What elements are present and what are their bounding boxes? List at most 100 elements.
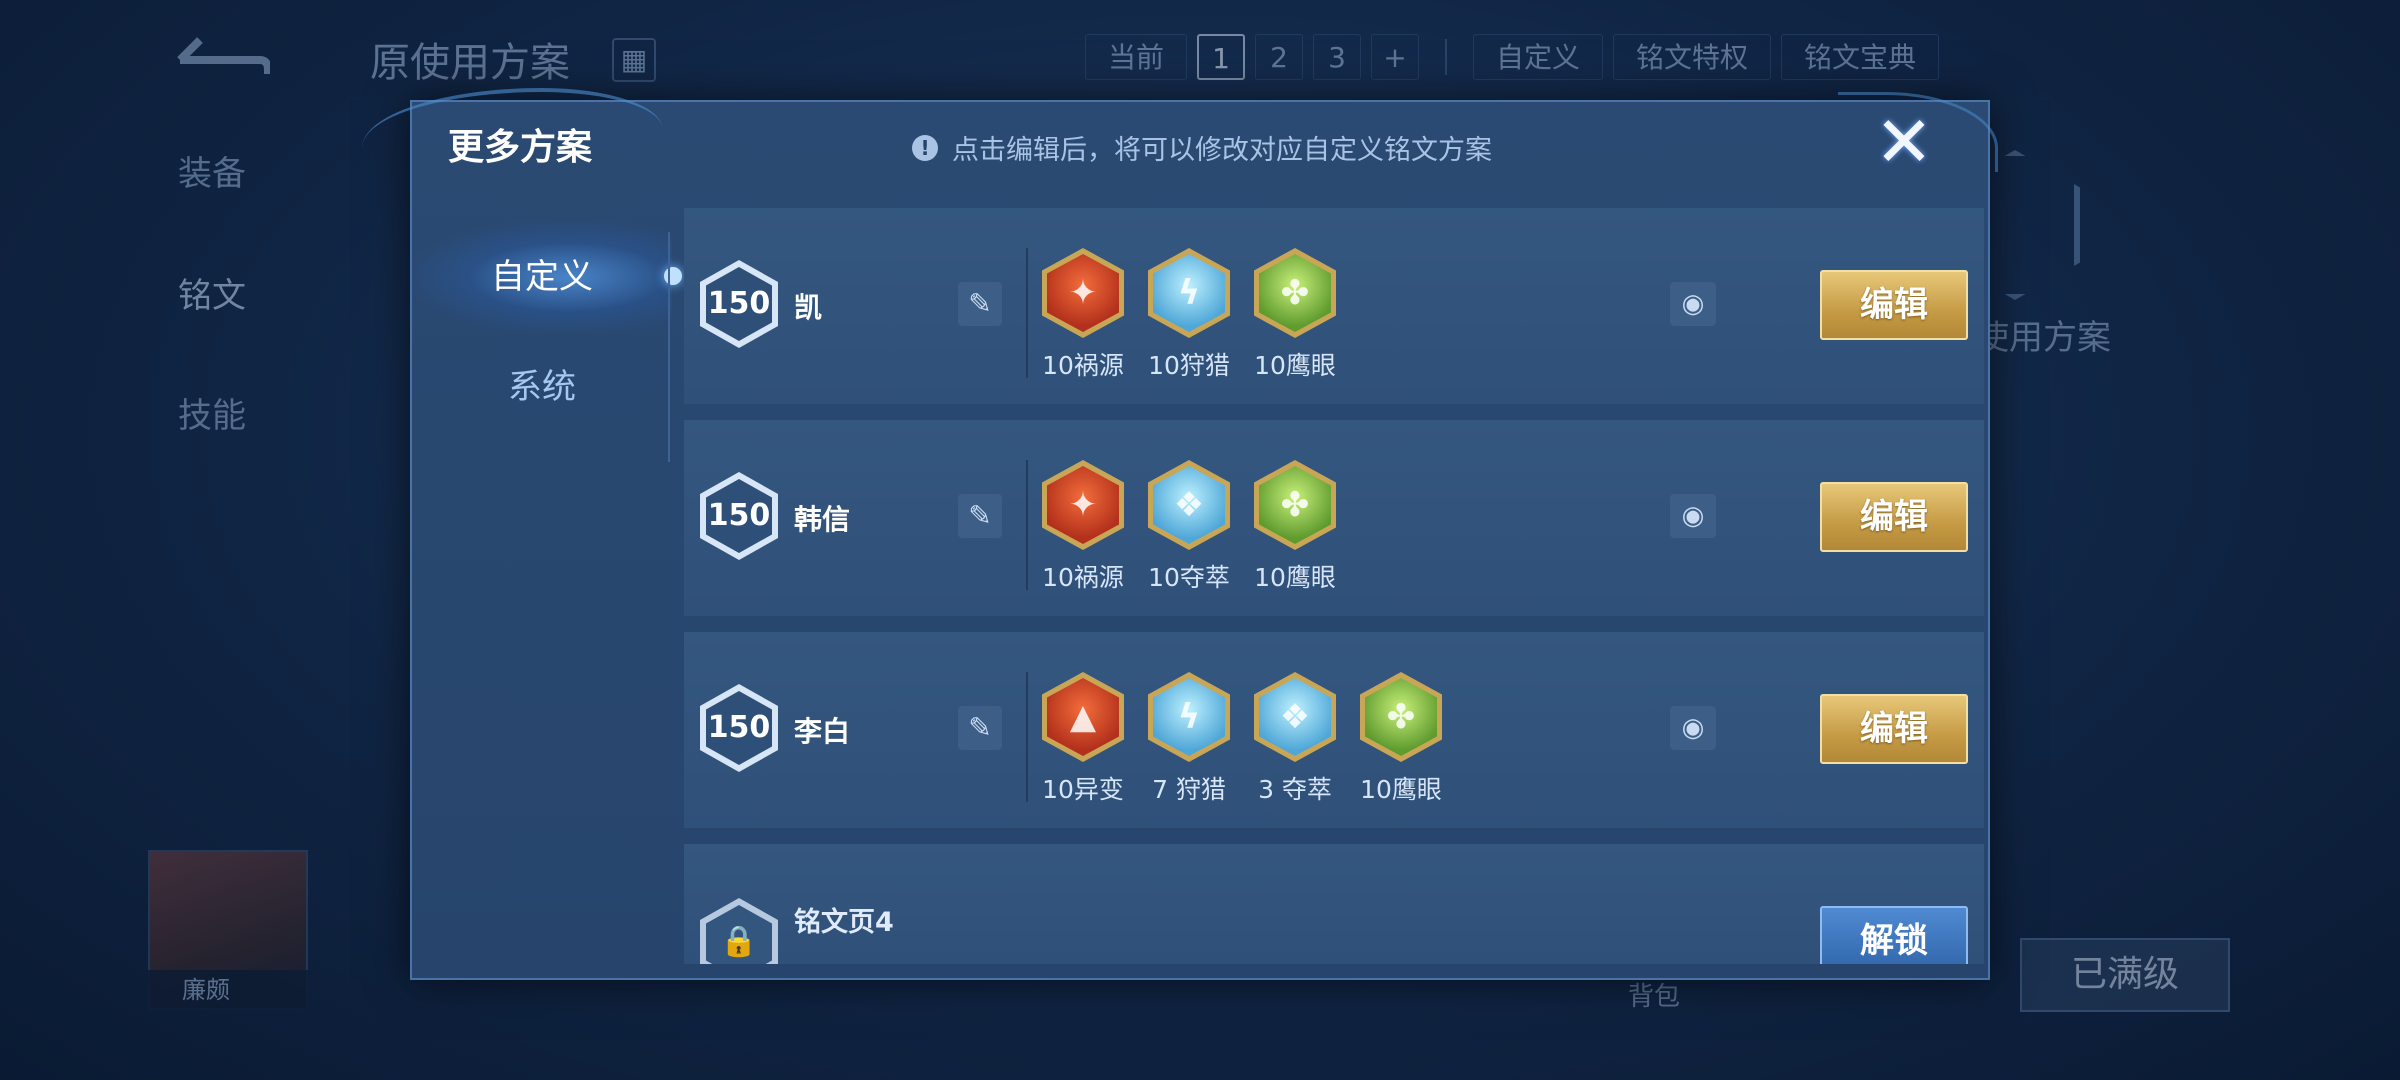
locked-scheme-name: 铭文页4 [794,907,894,938]
divider [668,232,670,462]
tab-current[interactable]: 当前 [1085,34,1188,80]
rune-label: 10祸源 [1042,563,1124,592]
edit-button[interactable]: 编辑 [1820,694,1968,764]
rune-red-icon: ✦ [1042,248,1124,338]
rune-glyph: ❖ [1173,485,1205,525]
sidebar-item-skills[interactable]: 技能 [178,388,246,437]
close-button[interactable]: ✕ [1874,107,1934,177]
rune-item[interactable]: ϟ 10狩猎 [1148,248,1230,382]
sidebar-item-equipment[interactable]: 装备 [178,146,246,195]
rune-green-icon: ✤ [1254,248,1336,338]
scheme-row: 150 韩信 ✎ ✦ 10祸源 ❖ 10夺萃 ✤ 10鹰眼 ◉ 编辑 [684,420,1984,616]
active-indicator-icon [664,267,682,285]
sidebar-item-inscription[interactable]: 铭文 [178,268,246,317]
more-schemes-dialog: 更多方案 ! 点击编辑后，将可以修改对应自定义铭文方案 ✕ 自定义 系统 150… [362,88,1998,980]
rune-blue-icon: ❖ [1254,672,1336,762]
rune-list: ▲ 10异变 ϟ 7 狩猎 ❖ 3 夺萃 ✤ 10鹰眼 [1042,672,1442,806]
rune-item[interactable]: ✤ 10鹰眼 [1360,672,1442,806]
preview-eye-icon[interactable]: ◉ [1670,494,1716,538]
scheme-type-tabs: 自定义 系统 [412,222,682,442]
rune-red-icon: ▲ [1042,672,1124,762]
rune-green-icon: ✤ [1254,460,1336,550]
rune-label: 10鹰眼 [1254,351,1336,380]
grid-icon[interactable]: ▦ [612,38,656,82]
rune-label: 10异变 [1042,775,1124,804]
tab-scheme-3[interactable]: 3 [1313,34,1362,80]
rune-item[interactable]: ▲ 10异变 [1042,672,1124,806]
rune-label: 10祸源 [1042,351,1124,380]
maxed-button[interactable]: 已满级 [2020,938,2230,1012]
back-icon[interactable] [170,30,270,80]
scheme-row: 150 凯 ✎ ✦ 10祸源 ϟ 10狩猎 ✤ 10鹰眼 ◉ 编辑 [684,208,1984,404]
rune-glyph: ✤ [1280,273,1310,313]
rune-label: 10鹰眼 [1360,775,1442,804]
rune-glyph: ϟ [1177,273,1201,313]
scheme-name: 凯 [794,291,823,324]
add-scheme-button[interactable]: + [1371,34,1420,80]
preview-eye-icon[interactable]: ◉ [1670,706,1716,750]
rune-glyph: ✤ [1386,697,1416,737]
privilege-button[interactable]: 铭文特权 [1613,34,1772,80]
page-title: 原使用方案 [370,40,570,86]
locked-scheme-row: 🔒 铭文页4 解锁 [684,844,1984,964]
rune-glyph: ▲ [1069,697,1097,737]
rune-item[interactable]: ✦ 10祸源 [1042,248,1124,382]
bag-label[interactable]: 背包 [1628,976,1680,1013]
scheme-level: 150 [707,498,771,533]
tab-scheme-2[interactable]: 2 [1255,34,1304,80]
tab-label: 系统 [508,367,576,407]
rune-glyph: ❖ [1279,697,1311,737]
rune-blue-icon: ϟ [1148,248,1230,338]
edit-button[interactable]: 编辑 [1820,482,1968,552]
scheme-label: 使用方案 [1975,318,2111,358]
rune-label: 10狩猎 [1148,351,1230,380]
rune-label: 7 狩猎 [1152,775,1226,804]
tip-text: 点击编辑后，将可以修改对应自定义铭文方案 [952,135,1492,166]
dialog-title: 更多方案 [448,127,593,168]
codex-button[interactable]: 铭文宝典 [1781,34,1940,80]
rune-glyph: ✦ [1068,485,1098,525]
tab-label: 自定义 [491,257,593,297]
unlock-button[interactable]: 解锁 [1820,906,1968,964]
rune-item[interactable]: ❖ 3 夺萃 [1254,672,1336,806]
rune-blue-icon: ϟ [1148,672,1230,762]
rune-item[interactable]: ✤ 10鹰眼 [1254,248,1336,382]
level-hex-icon: 150 [700,684,778,772]
rune-glyph: ✦ [1068,273,1098,313]
preview-eye-icon[interactable]: ◉ [1670,282,1716,326]
rune-label: 10夺萃 [1148,563,1230,592]
scheme-tabs: 当前 1 2 3 + 自定义 铭文特权 铭文宝典 [1085,34,1949,80]
hero-name: 廉颇 [148,970,308,1010]
rune-list: ✦ 10祸源 ❖ 10夺萃 ✤ 10鹰眼 [1042,460,1336,594]
level-hex-icon: 150 [700,260,778,348]
rune-green-icon: ✤ [1360,672,1442,762]
tab-system-schemes[interactable]: 系统 [412,332,672,442]
rune-list: ✦ 10祸源 ϟ 10狩猎 ✤ 10鹰眼 [1042,248,1336,382]
rune-glyph: ϟ [1177,697,1201,737]
info-icon: ! [912,134,938,161]
tab-custom-schemes[interactable]: 自定义 [412,222,682,332]
edit-tip: ! 点击编辑后，将可以修改对应自定义铭文方案 [912,128,1492,167]
scheme-level: 150 [707,710,771,745]
divider [1445,39,1448,75]
tab-scheme-1[interactable]: 1 [1197,34,1246,80]
tab-custom[interactable]: 自定义 [1473,34,1604,80]
scheme-name: 李白 [794,715,851,748]
rune-item[interactable]: ϟ 7 狩猎 [1148,672,1230,806]
rune-item[interactable]: ✦ 10祸源 [1042,460,1124,594]
rune-label: 10鹰眼 [1254,563,1336,592]
level-hex-icon: 150 [700,472,778,560]
rune-item[interactable]: ✤ 10鹰眼 [1254,460,1336,594]
rune-red-icon: ✦ [1042,460,1124,550]
rune-glyph: ✤ [1280,485,1310,525]
rune-label: 3 夺萃 [1258,775,1332,804]
edit-button[interactable]: 编辑 [1820,270,1968,340]
scheme-level: 150 [707,286,771,321]
rune-blue-icon: ❖ [1148,460,1230,550]
scheme-list: 150 凯 ✎ ✦ 10祸源 ϟ 10狩猎 ✤ 10鹰眼 ◉ 编辑 150 韩信… [684,208,1984,964]
rename-pen-icon[interactable]: ✎ [958,282,1002,326]
rename-pen-icon[interactable]: ✎ [958,706,1002,750]
lock-icon: 🔒 [700,898,778,964]
rename-pen-icon[interactable]: ✎ [958,494,1002,538]
rune-item[interactable]: ❖ 10夺萃 [1148,460,1230,594]
